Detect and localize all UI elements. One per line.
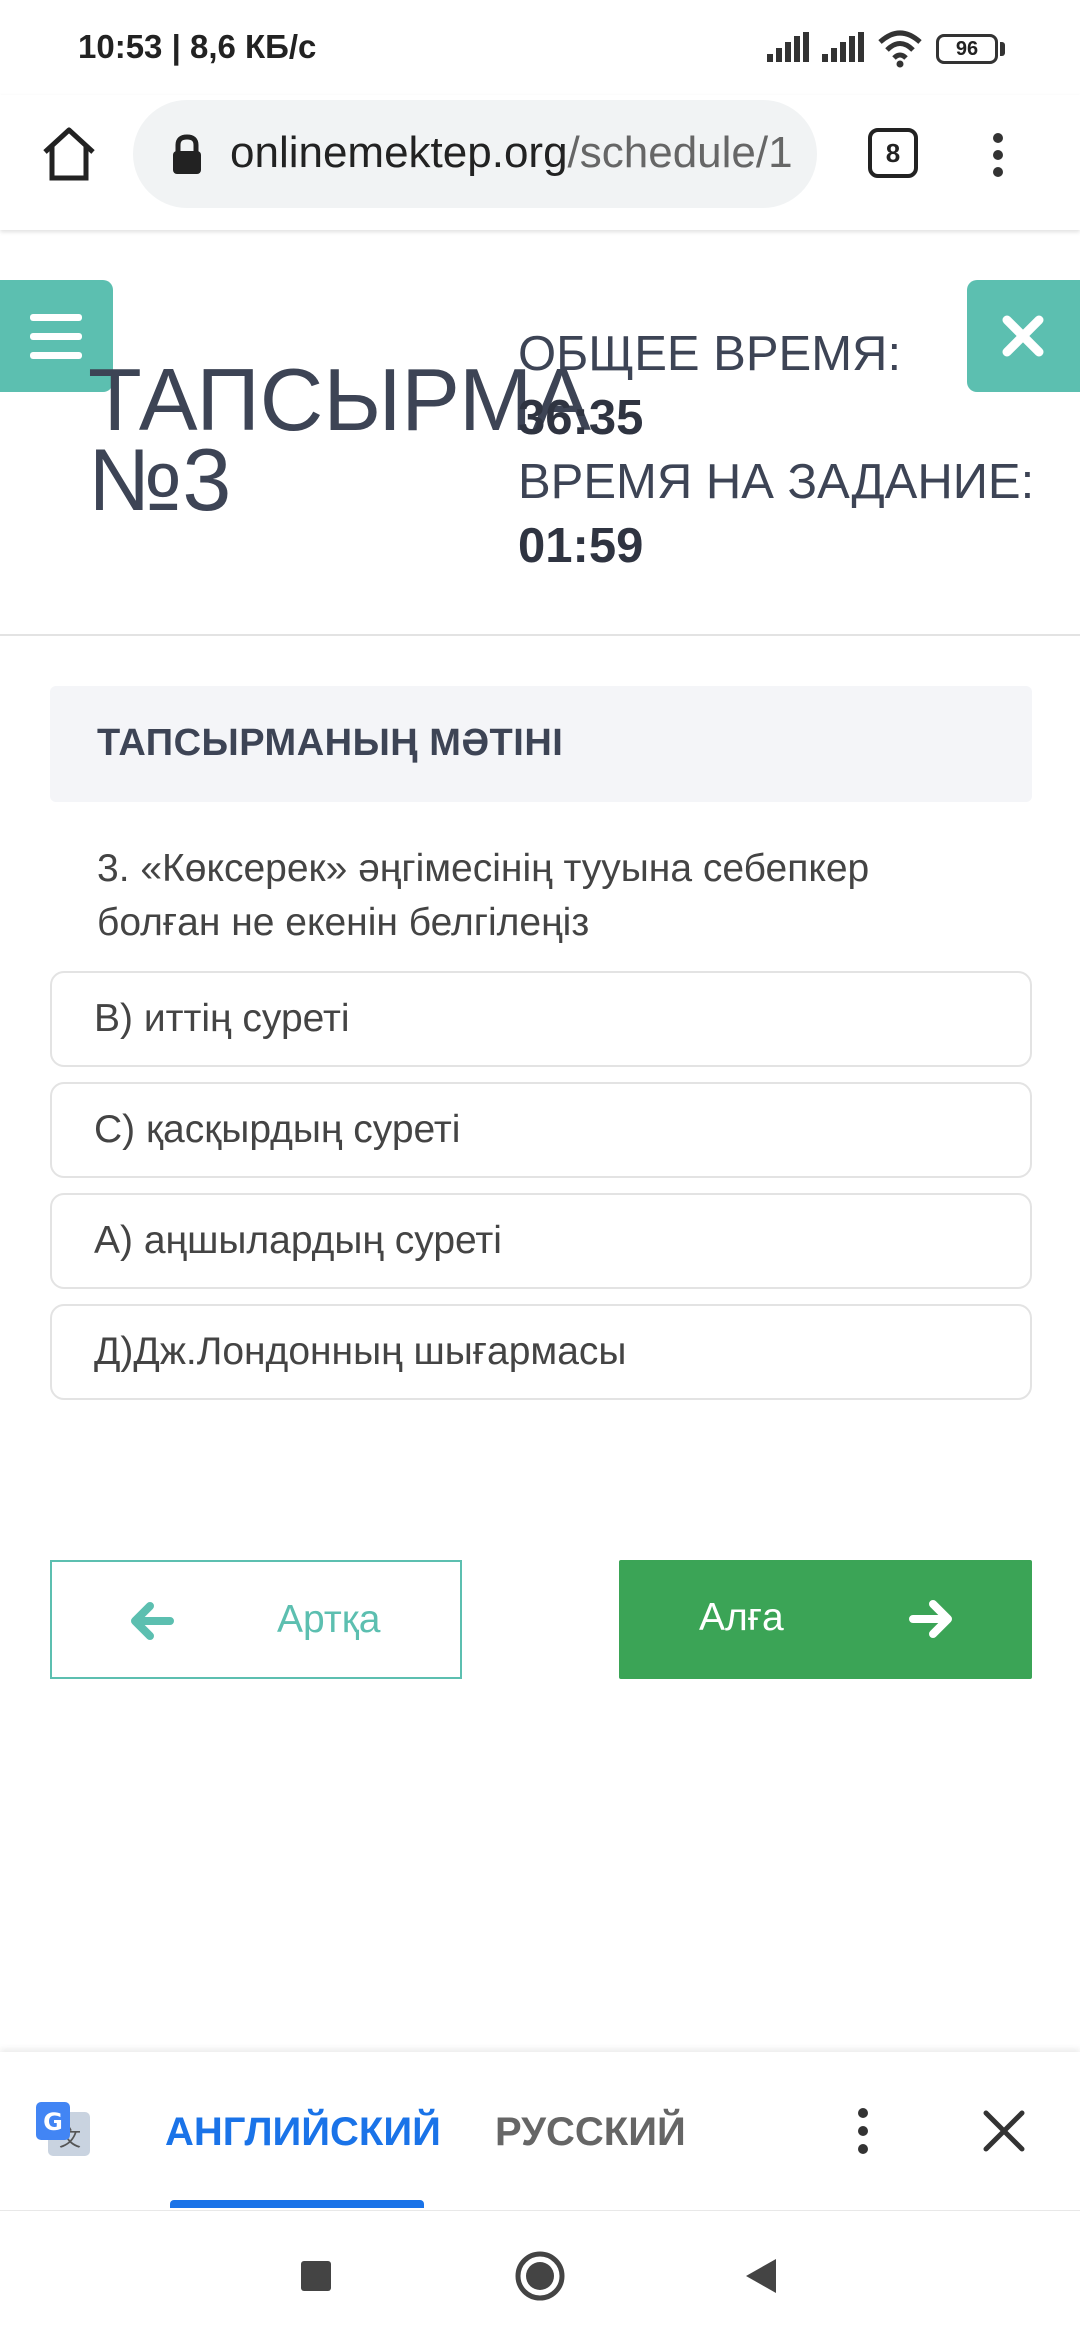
active-tab-indicator: [170, 2200, 424, 2208]
total-time: ОБЩЕЕ ВРЕМЯ: 36:35: [518, 327, 902, 445]
divider: [0, 634, 1080, 636]
kebab-menu-icon[interactable]: [985, 125, 1015, 185]
signal-icon: [767, 32, 811, 62]
answer-option-label: А) аңшылардың суреті: [94, 1219, 502, 1262]
timers: ОБЩЕЕ ВРЕМЯ: 36:35 ВРЕМЯ НА ЗАДАНИЕ: 01:5…: [518, 322, 1058, 578]
answer-option-label: В) иттің суреті: [94, 997, 350, 1040]
svg-text:G: G: [43, 2108, 63, 2136]
translate-menu-icon[interactable]: [850, 2102, 880, 2162]
task-text-heading: ТАПСЫРМАНЫҢ МӘТІНІ: [97, 722, 564, 764]
answer-option[interactable]: В) иттің суреті: [50, 971, 1032, 1067]
arrow-left-icon: [131, 1602, 174, 1640]
back-button-label: Артқа: [277, 1598, 381, 1641]
tab-english[interactable]: АНГЛИЙСКИЙ: [165, 2110, 441, 2155]
back-button[interactable]: Артқа: [50, 1560, 462, 1679]
question-text: 3. «Көксерек» әңгімесінің тууына себепке…: [97, 847, 870, 944]
answer-option-label: Д)Дж.Лондонның шығармасы: [94, 1330, 627, 1373]
wifi-icon: [878, 30, 922, 68]
lock-icon: [173, 134, 201, 174]
answer-option-label: С) қасқырдың суреті: [94, 1108, 461, 1151]
url-text[interactable]: onlinemektep.org/schedule/1: [230, 128, 800, 178]
close-icon[interactable]: [978, 2105, 1030, 2157]
status-bar: 10:53 | 8,6 КБ/с 96: [0, 0, 1080, 95]
recents-icon[interactable]: [298, 2258, 334, 2294]
tabs-button[interactable]: 8: [868, 128, 918, 178]
home-nav-icon[interactable]: [514, 2250, 566, 2302]
signal-icon-2: [822, 32, 866, 62]
task-time: ВРЕМЯ НА ЗАДАНИЕ: 01:59: [518, 455, 1035, 573]
next-button[interactable]: Алға: [619, 1560, 1032, 1679]
google-translate-icon: 文 G: [36, 2102, 90, 2156]
home-icon[interactable]: [40, 126, 98, 182]
tab-russian[interactable]: РУССКИЙ: [495, 2110, 686, 2155]
status-time: 10:53 | 8,6 КБ/с: [78, 28, 317, 65]
back-nav-icon[interactable]: [742, 2256, 780, 2296]
battery-tip: [1000, 42, 1005, 56]
next-button-label: Алға: [699, 1596, 784, 1639]
arrow-right-icon: [909, 1600, 952, 1638]
page-title: ТАПСЫРМА №3: [88, 350, 591, 529]
answer-option[interactable]: Д)Дж.Лондонның шығармасы: [50, 1304, 1032, 1400]
answer-option[interactable]: А) аңшылардың суреті: [50, 1193, 1032, 1289]
answer-option[interactable]: С) қасқырдың суреті: [50, 1082, 1032, 1178]
battery-icon: 96: [936, 34, 998, 64]
